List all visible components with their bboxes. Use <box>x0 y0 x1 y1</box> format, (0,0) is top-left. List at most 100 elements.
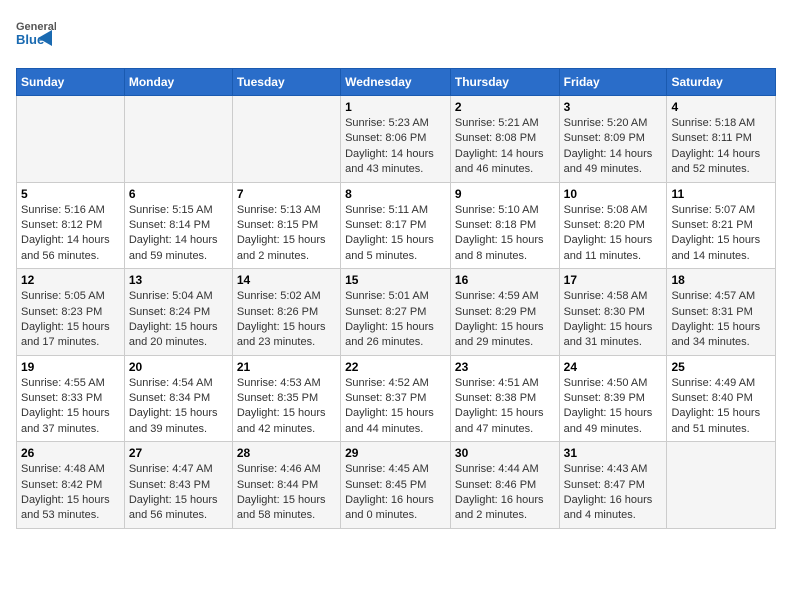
calendar-cell <box>124 96 232 183</box>
calendar-cell: 18 Sunrise: 4:57 AM Sunset: 8:31 PM Dayli… <box>667 269 776 356</box>
header-day-thursday: Thursday <box>450 69 559 96</box>
day-info: Sunrise: 4:48 AM Sunset: 8:42 PM Dayligh… <box>21 462 120 524</box>
calendar-cell: 9Sunrise: 5:10 AM Sunset: 8:18 PM Daylig… <box>450 182 559 269</box>
day-info: Sunrise: 4:47 AM Sunset: 8:43 PM Dayligh… <box>129 462 228 524</box>
day-info: Sunrise: 5:15 AM Sunset: 8:14 PM Dayligh… <box>129 203 228 265</box>
day-info: Sunrise: 5:16 AM Sunset: 8:12 PM Dayligh… <box>21 203 120 265</box>
day-info: Sunrise: 5:13 AM Sunset: 8:15 PM Dayligh… <box>237 203 336 265</box>
calendar-cell: 11Sunrise: 5:07 AM Sunset: 8:21 PM Dayli… <box>667 182 776 269</box>
day-number: 10 <box>564 187 663 201</box>
day-info: Sunrise: 5:23 AM Sunset: 8:06 PM Dayligh… <box>345 116 446 178</box>
calendar-cell <box>667 442 776 529</box>
day-info: Sunrise: 5:04 AM Sunset: 8:24 PM Dayligh… <box>129 289 228 351</box>
day-info: Sunrise: 4:54 AM Sunset: 8:34 PM Dayligh… <box>129 376 228 438</box>
calendar-cell: 28 Sunrise: 4:46 AM Sunset: 8:44 PM Dayli… <box>232 442 340 529</box>
day-info: Sunrise: 4:44 AM Sunset: 8:46 PM Dayligh… <box>455 462 555 524</box>
day-number: 2 <box>455 100 555 114</box>
day-info: Sunrise: 5:21 AM Sunset: 8:08 PM Dayligh… <box>455 116 555 178</box>
day-info: Sunrise: 5:18 AM Sunset: 8:11 PM Dayligh… <box>671 116 771 178</box>
day-info: Sunrise: 4:55 AM Sunset: 8:33 PM Dayligh… <box>21 376 120 438</box>
day-info: Sunrise: 5:08 AM Sunset: 8:20 PM Dayligh… <box>564 203 663 265</box>
day-info: Sunrise: 5:07 AM Sunset: 8:21 PM Dayligh… <box>671 203 771 265</box>
day-number: 4 <box>671 100 771 114</box>
calendar-cell: 5 Sunrise: 5:16 AM Sunset: 8:12 PM Daylig… <box>17 182 125 269</box>
day-number: 5 <box>21 187 120 201</box>
day-info: Sunrise: 4:49 AM Sunset: 8:40 PM Dayligh… <box>671 376 771 438</box>
day-info: Sunrise: 5:05 AM Sunset: 8:23 PM Dayligh… <box>21 289 120 351</box>
day-number: 18 <box>671 273 771 287</box>
day-number: 20 <box>129 360 228 374</box>
day-number: 19 <box>21 360 120 374</box>
calendar-cell: 6 Sunrise: 5:15 AM Sunset: 8:14 PM Daylig… <box>124 182 232 269</box>
day-number: 12 <box>21 273 120 287</box>
calendar-cell: 20 Sunrise: 4:54 AM Sunset: 8:34 PM Dayli… <box>124 355 232 442</box>
calendar-cell <box>232 96 340 183</box>
day-number: 23 <box>455 360 555 374</box>
calendar-cell: 19 Sunrise: 4:55 AM Sunset: 8:33 PM Dayli… <box>17 355 125 442</box>
calendar-cell: 26 Sunrise: 4:48 AM Sunset: 8:42 PM Dayli… <box>17 442 125 529</box>
calendar-cell: 12 Sunrise: 5:05 AM Sunset: 8:23 PM Dayli… <box>17 269 125 356</box>
calendar-cell: 15 Sunrise: 5:01 AM Sunset: 8:27 PM Dayli… <box>341 269 451 356</box>
day-info: Sunrise: 4:45 AM Sunset: 8:45 PM Dayligh… <box>345 462 446 524</box>
day-number: 31 <box>564 446 663 460</box>
header: General Blue <box>16 16 776 60</box>
day-info: Sunrise: 5:20 AM Sunset: 8:09 PM Dayligh… <box>564 116 663 178</box>
day-number: 22 <box>345 360 446 374</box>
day-info: Sunrise: 5:11 AM Sunset: 8:17 PM Dayligh… <box>345 203 446 265</box>
day-number: 15 <box>345 273 446 287</box>
header-day-wednesday: Wednesday <box>341 69 451 96</box>
calendar-cell: 21Sunrise: 4:53 AM Sunset: 8:35 PM Dayli… <box>232 355 340 442</box>
day-info: Sunrise: 4:46 AM Sunset: 8:44 PM Dayligh… <box>237 462 336 524</box>
calendar-cell: 17 Sunrise: 4:58 AM Sunset: 8:30 PM Dayli… <box>559 269 667 356</box>
day-number: 6 <box>129 187 228 201</box>
calendar-cell: 1 Sunrise: 5:23 AM Sunset: 8:06 PM Daylig… <box>341 96 451 183</box>
calendar-cell: 16Sunrise: 4:59 AM Sunset: 8:29 PM Dayli… <box>450 269 559 356</box>
day-info: Sunrise: 4:52 AM Sunset: 8:37 PM Dayligh… <box>345 376 446 438</box>
calendar-header-row: SundayMondayTuesdayWednesdayThursdayFrid… <box>17 69 776 96</box>
calendar-cell: 8 Sunrise: 5:11 AM Sunset: 8:17 PM Daylig… <box>341 182 451 269</box>
day-number: 1 <box>345 100 446 114</box>
day-number: 25 <box>671 360 771 374</box>
day-info: Sunrise: 4:50 AM Sunset: 8:39 PM Dayligh… <box>564 376 663 438</box>
day-number: 14 <box>237 273 336 287</box>
day-number: 7 <box>237 187 336 201</box>
day-number: 8 <box>345 187 446 201</box>
svg-text:Blue: Blue <box>16 32 44 47</box>
calendar-cell: 30 Sunrise: 4:44 AM Sunset: 8:46 PM Dayli… <box>450 442 559 529</box>
day-info: Sunrise: 4:58 AM Sunset: 8:30 PM Dayligh… <box>564 289 663 351</box>
day-number: 24 <box>564 360 663 374</box>
calendar-cell: 27Sunrise: 4:47 AM Sunset: 8:43 PM Dayli… <box>124 442 232 529</box>
calendar-cell: 23Sunrise: 4:51 AM Sunset: 8:38 PM Dayli… <box>450 355 559 442</box>
day-number: 30 <box>455 446 555 460</box>
calendar-cell: 13Sunrise: 5:04 AM Sunset: 8:24 PM Dayli… <box>124 269 232 356</box>
calendar-week-4: 19 Sunrise: 4:55 AM Sunset: 8:33 PM Dayli… <box>17 355 776 442</box>
header-day-monday: Monday <box>124 69 232 96</box>
header-day-sunday: Sunday <box>17 69 125 96</box>
calendar-cell: 3 Sunrise: 5:20 AM Sunset: 8:09 PM Daylig… <box>559 96 667 183</box>
calendar-cell: 14 Sunrise: 5:02 AM Sunset: 8:26 PM Dayli… <box>232 269 340 356</box>
header-day-friday: Friday <box>559 69 667 96</box>
day-number: 17 <box>564 273 663 287</box>
calendar-cell: 7 Sunrise: 5:13 AM Sunset: 8:15 PM Daylig… <box>232 182 340 269</box>
calendar-cell: 31Sunrise: 4:43 AM Sunset: 8:47 PM Dayli… <box>559 442 667 529</box>
generalblue-icon: General Blue <box>16 16 56 60</box>
day-number: 3 <box>564 100 663 114</box>
calendar-cell: 4 Sunrise: 5:18 AM Sunset: 8:11 PM Daylig… <box>667 96 776 183</box>
day-number: 28 <box>237 446 336 460</box>
calendar-week-2: 5 Sunrise: 5:16 AM Sunset: 8:12 PM Daylig… <box>17 182 776 269</box>
header-day-saturday: Saturday <box>667 69 776 96</box>
day-info: Sunrise: 5:01 AM Sunset: 8:27 PM Dayligh… <box>345 289 446 351</box>
day-info: Sunrise: 4:57 AM Sunset: 8:31 PM Dayligh… <box>671 289 771 351</box>
calendar-cell <box>17 96 125 183</box>
day-number: 26 <box>21 446 120 460</box>
day-number: 21 <box>237 360 336 374</box>
calendar-cell: 25 Sunrise: 4:49 AM Sunset: 8:40 PM Dayli… <box>667 355 776 442</box>
day-info: Sunrise: 4:59 AM Sunset: 8:29 PM Dayligh… <box>455 289 555 351</box>
header-day-tuesday: Tuesday <box>232 69 340 96</box>
calendar-table: SundayMondayTuesdayWednesdayThursdayFrid… <box>16 68 776 529</box>
calendar-week-3: 12 Sunrise: 5:05 AM Sunset: 8:23 PM Dayli… <box>17 269 776 356</box>
day-info: Sunrise: 5:10 AM Sunset: 8:18 PM Dayligh… <box>455 203 555 265</box>
calendar-cell: 10 Sunrise: 5:08 AM Sunset: 8:20 PM Dayli… <box>559 182 667 269</box>
day-info: Sunrise: 5:02 AM Sunset: 8:26 PM Dayligh… <box>237 289 336 351</box>
logo: General Blue <box>16 16 56 60</box>
